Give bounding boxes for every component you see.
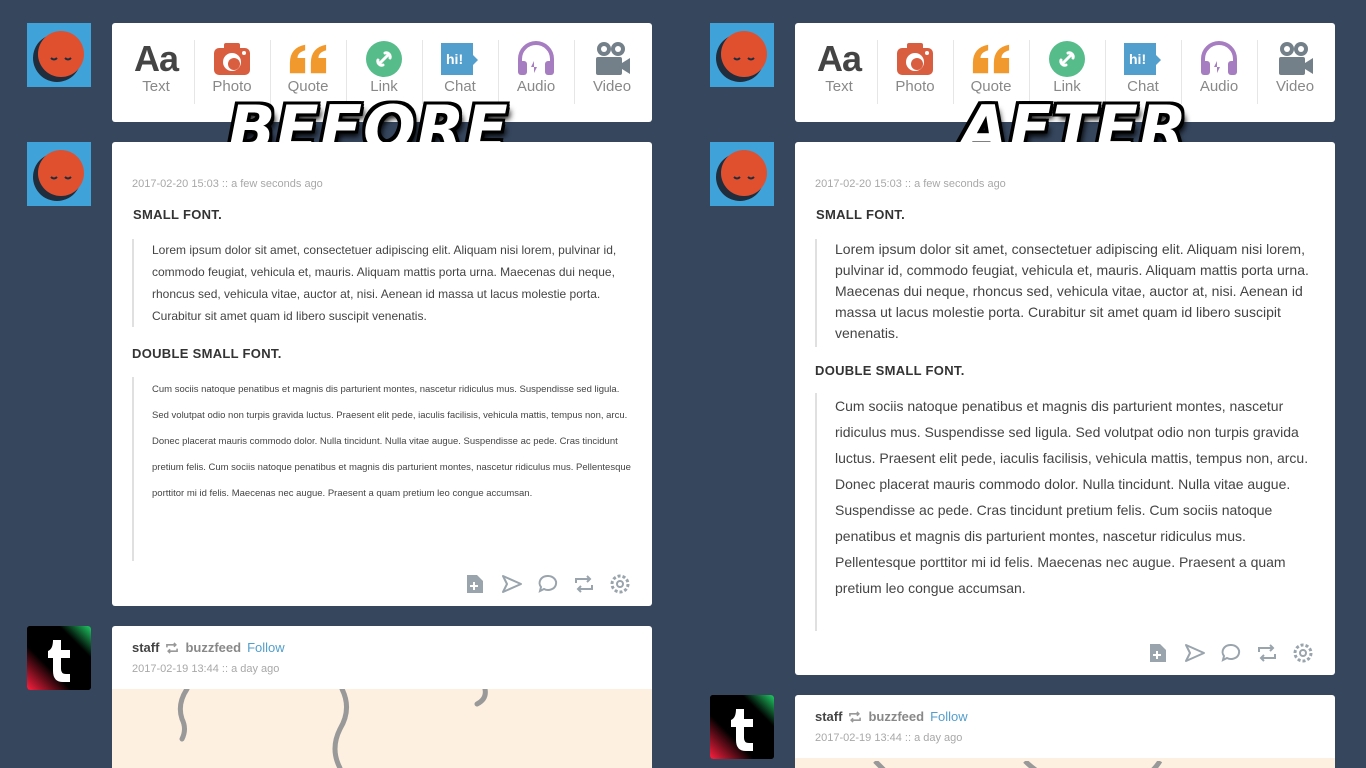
quote-double-small-font: Cum sociis natoque penatibus et magnis d… (132, 377, 632, 561)
post-meta: 2017-02-20 15:03 :: a few seconds ago (132, 178, 323, 190)
post-type-label: Audio (1199, 78, 1239, 95)
post-actions (465, 573, 631, 595)
post-meta: 2017-02-19 13:44 :: a day ago (815, 732, 963, 744)
quote-text: Lorem ipsum dolor sit amet, consectetuer… (835, 241, 1309, 341)
reblog-icon[interactable] (573, 573, 595, 595)
quote-small-font: Lorem ipsum dolor sit amet, consectetuer… (815, 239, 1321, 347)
face-avatar-icon (33, 150, 84, 201)
post-meta: 2017-02-20 15:03 :: a few seconds ago (815, 178, 1006, 190)
reblog-icon[interactable] (1256, 642, 1278, 664)
link-icon (1047, 40, 1087, 78)
dashboard-avatar[interactable] (27, 23, 91, 87)
camera-icon (212, 40, 252, 78)
quote-text: Cum sociis natoque penatibus et magnis d… (152, 384, 628, 421)
add-to-queue-icon[interactable] (1148, 642, 1170, 664)
quote-double-small-font: Cum sociis natoque penatibus et magnis d… (815, 393, 1321, 631)
quote-text: Donec placerat mauris commodo dolor. Nul… (152, 436, 631, 499)
text-post-before: 2017-02-20 15:03 :: a few seconds ago SM… (112, 142, 652, 606)
add-to-queue-icon[interactable] (465, 573, 487, 595)
reply-icon[interactable] (537, 573, 559, 595)
chat-icon: hi! (440, 40, 480, 78)
reblog-icon (166, 641, 179, 654)
face-avatar-icon (716, 31, 767, 82)
post-actions (1148, 642, 1314, 664)
follow-link[interactable]: Follow (247, 640, 285, 655)
staff-post-after: staff buzzfeed Follow 2017-02-19 13:44 :… (795, 695, 1335, 768)
heading-small-font: SMALL FONT. (133, 207, 222, 222)
post-header: staff buzzfeed Follow (815, 709, 968, 724)
post-type-label: Photo (895, 78, 935, 95)
post-type-label: Audio (516, 78, 556, 95)
svg-text:hi!: hi! (1129, 51, 1146, 67)
quote-text: Lorem ipsum dolor sit amet, consectetuer… (152, 243, 617, 323)
quote-icon (288, 40, 328, 78)
staff-avatar[interactable] (710, 695, 774, 759)
tumblr-logo-icon (27, 626, 91, 690)
quote-small-font: Lorem ipsum dolor sit amet, consectetuer… (132, 239, 632, 327)
settings-icon[interactable] (609, 573, 631, 595)
blog-name[interactable]: staff (132, 640, 159, 655)
chat-icon: hi! (1123, 40, 1163, 78)
heading-small-font: SMALL FONT. (816, 207, 905, 222)
quote-text: Donec placerat mauris commodo dolor. Nul… (835, 476, 1291, 596)
staff-avatar[interactable] (27, 626, 91, 690)
video-camera-icon (1275, 40, 1315, 78)
post-meta: 2017-02-19 13:44 :: a day ago (132, 663, 280, 675)
post-type-label: Text (825, 78, 853, 95)
face-avatar-icon (716, 150, 767, 201)
post-type-label: Text (142, 78, 170, 95)
link-icon (364, 40, 404, 78)
heading-double-small-font: DOUBLE SMALL FONT. (815, 363, 965, 378)
reply-icon[interactable] (1220, 642, 1242, 664)
settings-icon[interactable] (1292, 642, 1314, 664)
post-audio-button[interactable]: Audio (498, 23, 574, 122)
staff-post-before: staff buzzfeed Follow 2017-02-19 13:44 :… (112, 626, 652, 768)
text-icon: Aa (133, 38, 179, 79)
text-icon: Aa (816, 38, 862, 79)
reblogged-blog-name[interactable]: buzzfeed (185, 640, 241, 655)
share-icon[interactable] (1184, 642, 1206, 664)
post-type-label: Video (592, 78, 632, 95)
dashboard-avatar[interactable] (710, 23, 774, 87)
text-post-after: 2017-02-20 15:03 :: a few seconds ago SM… (795, 142, 1335, 675)
svg-text:hi!: hi! (446, 51, 463, 67)
headphones-icon (516, 40, 556, 78)
face-avatar-icon (33, 31, 84, 82)
post-video-button[interactable]: Video (574, 23, 650, 122)
headphones-icon (1199, 40, 1239, 78)
camera-icon (895, 40, 935, 78)
reblogged-blog-name[interactable]: buzzfeed (868, 709, 924, 724)
post-avatar[interactable] (710, 142, 774, 206)
follow-link[interactable]: Follow (930, 709, 968, 724)
post-text-button[interactable]: Aa Text (118, 23, 194, 122)
post-image (112, 689, 652, 768)
tumblr-logo-icon (710, 695, 774, 759)
quote-icon (971, 40, 1011, 78)
post-video-button[interactable]: Video (1257, 23, 1333, 122)
quote-text: Cum sociis natoque penatibus et magnis d… (835, 398, 1309, 466)
post-image (795, 758, 1335, 768)
post-avatar[interactable] (27, 142, 91, 206)
post-header: staff buzzfeed Follow (132, 640, 285, 655)
video-camera-icon (592, 40, 632, 78)
blog-name[interactable]: staff (815, 709, 842, 724)
post-type-label: Video (1275, 78, 1315, 95)
post-text-button[interactable]: Aa Text (801, 23, 877, 122)
heading-double-small-font: DOUBLE SMALL FONT. (132, 346, 282, 361)
reblog-icon (849, 710, 862, 723)
post-photo-button[interactable]: Photo (877, 23, 953, 122)
share-icon[interactable] (501, 573, 523, 595)
post-audio-button[interactable]: Audio (1181, 23, 1257, 122)
